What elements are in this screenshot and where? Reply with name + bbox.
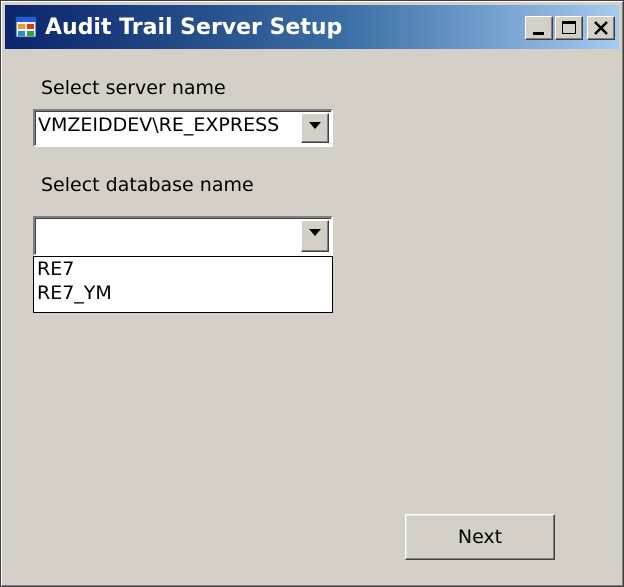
app-window-icon (15, 16, 37, 38)
maximize-button[interactable] (555, 16, 583, 40)
close-button[interactable] (587, 16, 615, 40)
database-dropdown-button[interactable] (301, 220, 329, 252)
window-title: Audit Trail Server Setup (45, 15, 343, 40)
server-name-label: Select server name (41, 77, 226, 99)
title-bar[interactable]: Audit Trail Server Setup (5, 5, 619, 49)
setup-window: Audit Trail Server Setup Select server n… (0, 0, 624, 587)
chevron-down-icon (309, 122, 321, 129)
database-dropdown-list: RE7 RE7_YM (33, 256, 333, 313)
server-name-combobox[interactable]: VMZEIDDEV\RE_EXPRESS (33, 109, 333, 147)
server-name-value: VMZEIDDEV\RE_EXPRESS (38, 114, 280, 136)
list-item[interactable]: RE7 (34, 257, 332, 281)
database-name-label: Select database name (41, 174, 254, 196)
database-name-combobox[interactable] (33, 216, 333, 256)
next-button[interactable]: Next (405, 514, 555, 560)
list-item[interactable]: RE7_YM (34, 281, 332, 305)
server-dropdown-button[interactable] (301, 113, 329, 143)
minimize-button[interactable] (525, 16, 553, 40)
maximize-icon (562, 21, 576, 34)
chevron-down-icon (309, 229, 321, 236)
close-icon (594, 21, 608, 35)
minimize-icon (533, 32, 544, 35)
